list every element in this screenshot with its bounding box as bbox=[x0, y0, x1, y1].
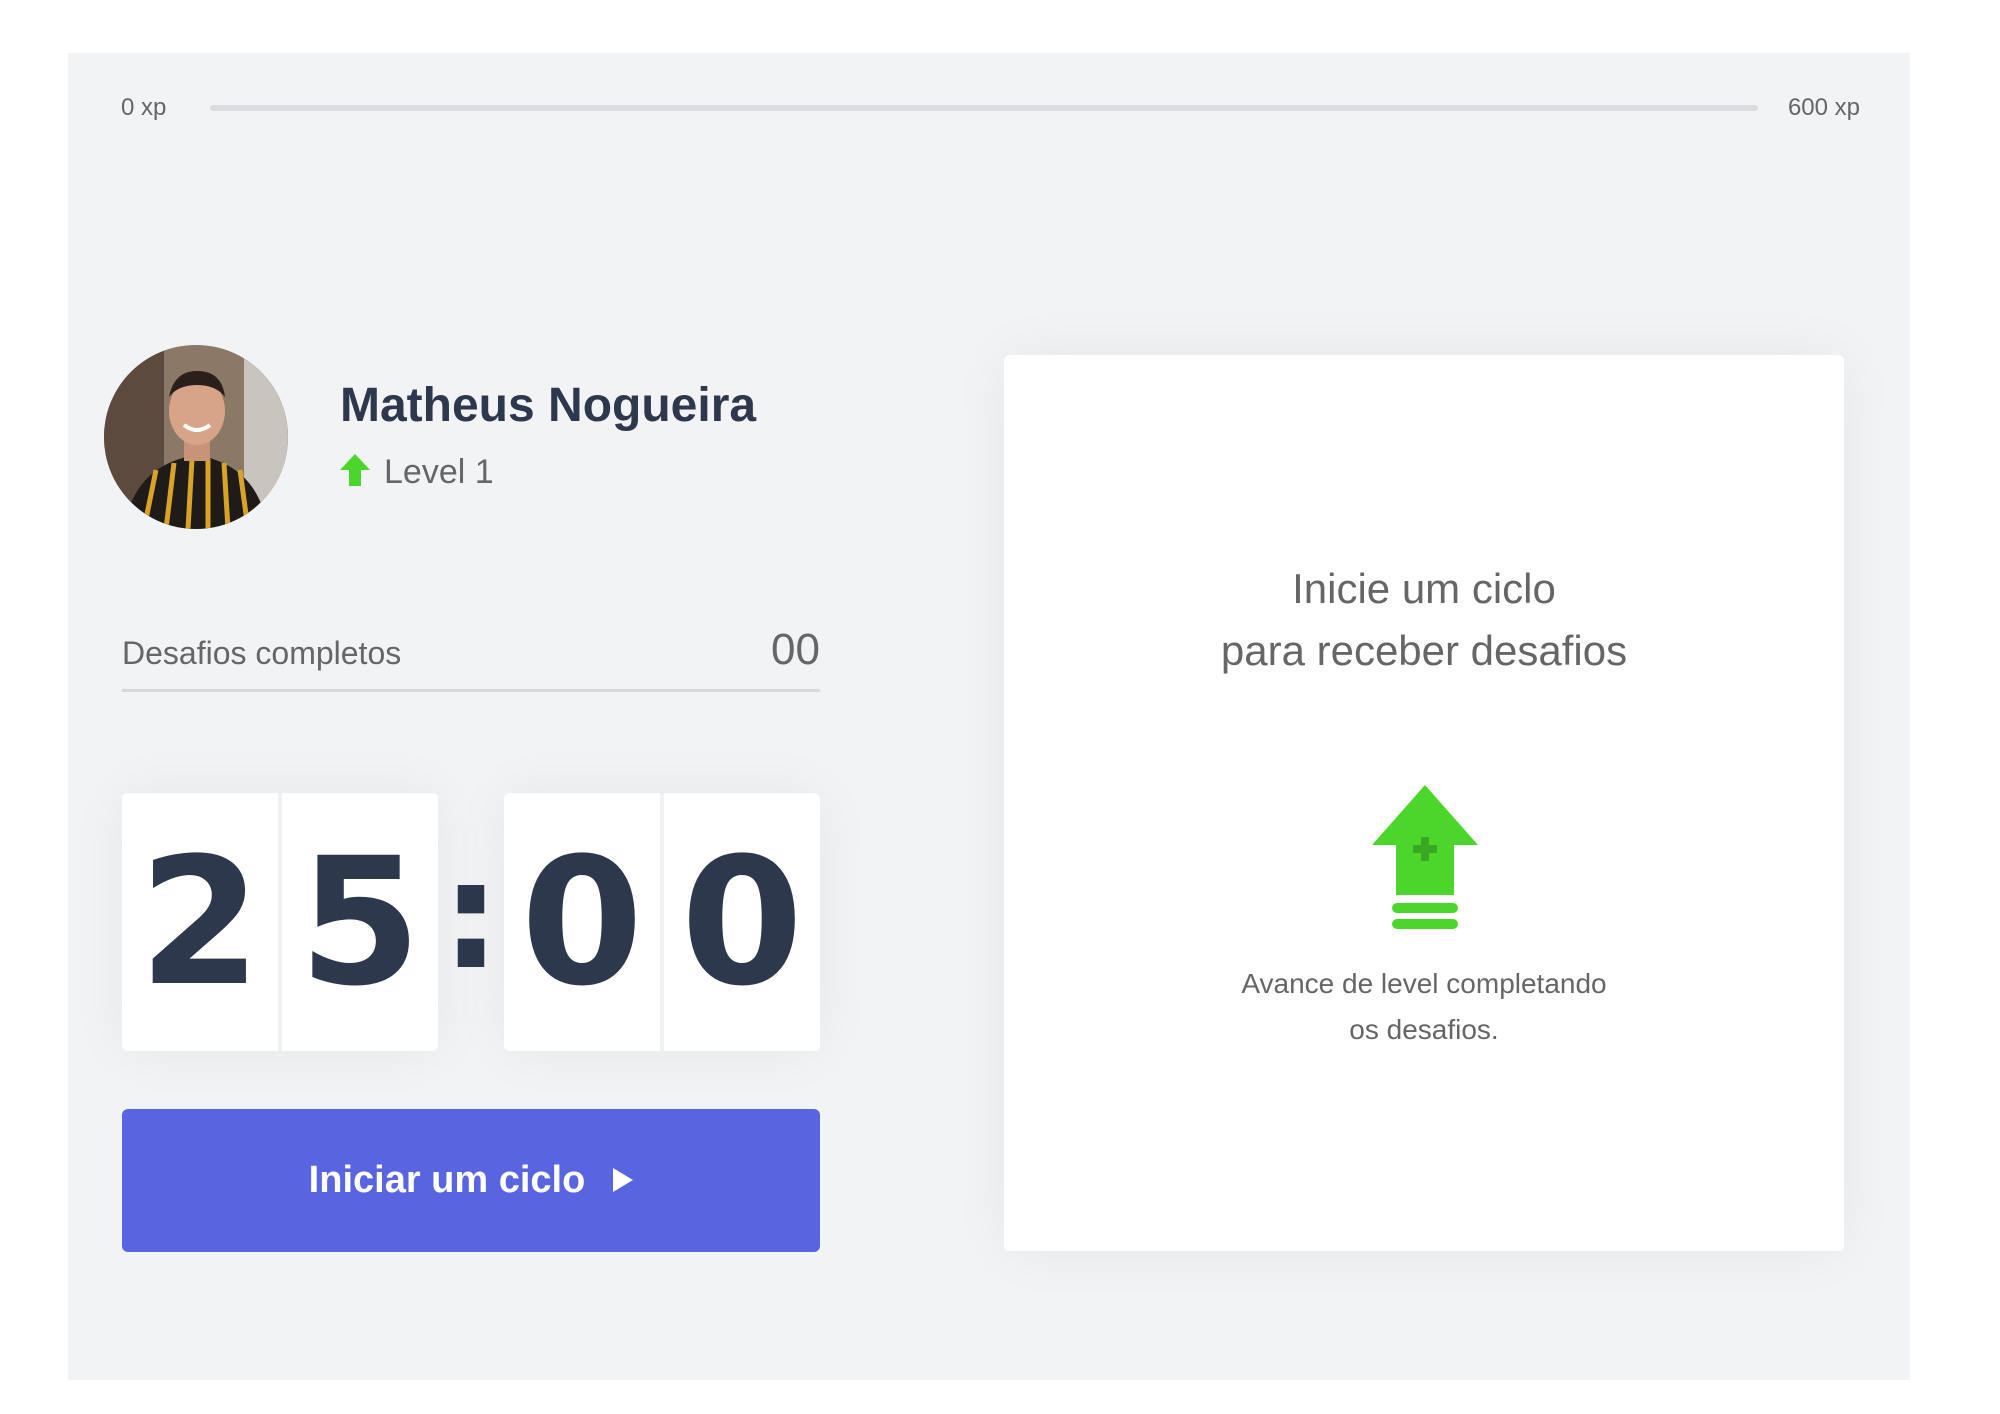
countdown-timer: 2 5 : 0 0 bbox=[122, 793, 820, 1051]
xp-progress-track bbox=[210, 105, 1758, 111]
start-cycle-label: Iniciar um ciclo bbox=[308, 1159, 586, 1201]
xp-min-label: 0 xp bbox=[121, 94, 167, 121]
completed-challenges-label: Desafios completos bbox=[122, 635, 402, 671]
challenge-box-title-line-2: para receber desafios bbox=[1220, 627, 1628, 674]
app-frame: 0 xp 600 xp Matheus Nogueira Level 1 Des… bbox=[68, 53, 1910, 1380]
user-photo-icon bbox=[104, 345, 288, 529]
challenge-box-description: Avance de level completando os desafios. bbox=[1004, 961, 1844, 1053]
challenge-box-title-line-1: Inicie um ciclo bbox=[1292, 565, 1556, 612]
level-up-icon bbox=[1372, 785, 1478, 936]
level-indicator: Level 1 bbox=[340, 453, 494, 492]
second-digit-right: 0 bbox=[662, 793, 820, 1051]
level-label: Level 1 bbox=[384, 453, 494, 491]
challenge-box-description-line-1: Avance de level completando bbox=[1241, 968, 1607, 999]
xp-max-label: 600 xp bbox=[1787, 94, 1860, 121]
avatar bbox=[104, 345, 288, 529]
start-cycle-button[interactable]: Iniciar um ciclo bbox=[122, 1109, 820, 1252]
completed-challenges: Desafios completos 00 bbox=[122, 613, 820, 692]
countdown-separator: : bbox=[441, 829, 501, 1003]
minute-digit-right: 5 bbox=[280, 793, 438, 1051]
challenge-box-title: Inicie um ciclo para receber desafios bbox=[1004, 558, 1844, 682]
minutes-display: 2 5 bbox=[122, 793, 438, 1051]
minute-digit-left: 2 bbox=[122, 793, 280, 1051]
completed-challenges-count: 00 bbox=[771, 625, 820, 674]
challenge-box-description-line-2: os desafios. bbox=[1349, 1014, 1499, 1045]
challenge-box: Inicie um ciclo para receber desafios Av… bbox=[1004, 355, 1844, 1251]
play-icon bbox=[613, 1159, 634, 1202]
experience-bar: 0 xp 600 xp bbox=[121, 93, 1860, 123]
level-up-icon bbox=[340, 454, 370, 491]
profile-name: Matheus Nogueira bbox=[340, 379, 757, 432]
second-digit-left: 0 bbox=[504, 793, 662, 1051]
seconds-display: 0 0 bbox=[504, 793, 820, 1051]
